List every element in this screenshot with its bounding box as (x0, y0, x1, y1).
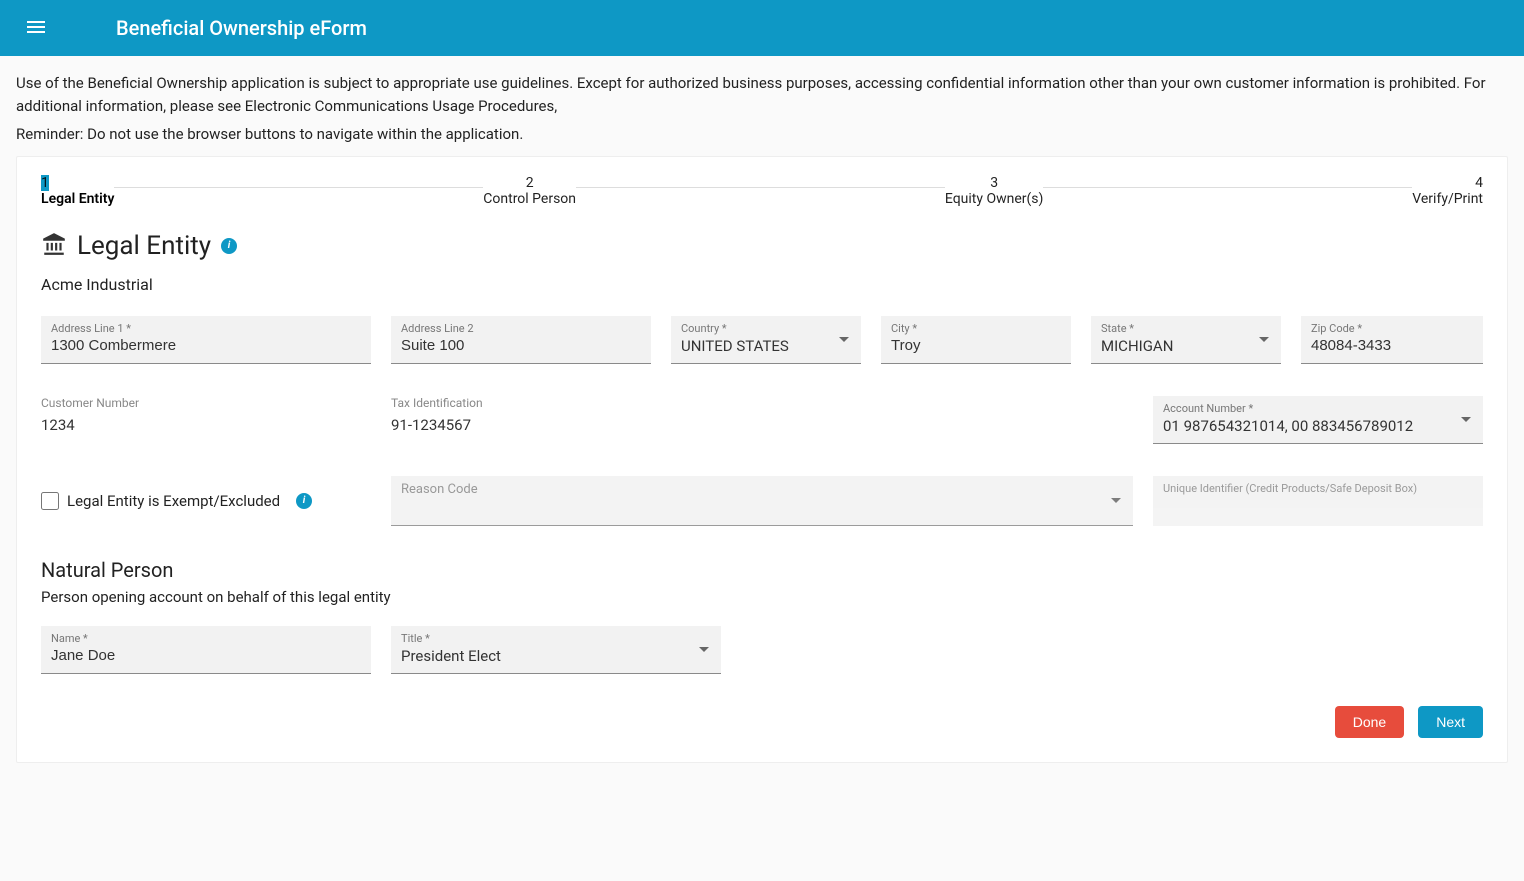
step-number: 4 (1475, 175, 1483, 191)
exempt-checkbox-row: Legal Entity is Exempt/Excluded i (41, 492, 371, 510)
field-label: Account Number * (1163, 402, 1473, 415)
field-label: Reason Code (401, 482, 1123, 497)
country-value: UNITED STATES (681, 337, 851, 355)
address1-field[interactable]: Address Line 1 * (41, 316, 371, 364)
field-label: Name * (51, 632, 361, 645)
form-card: 1 Legal Entity 2 Control Person 3 Equity… (16, 156, 1508, 763)
natural-person-heading: Natural Person (41, 558, 1483, 582)
step-legal-entity[interactable]: 1 Legal Entity (41, 175, 114, 207)
np-title-value: President Elect (401, 647, 711, 665)
exempt-checkbox[interactable] (41, 492, 59, 510)
step-label: Legal Entity (41, 191, 114, 207)
info-icon[interactable]: i (221, 238, 237, 254)
step-number: 3 (990, 175, 998, 191)
disclaimer-text-1a: Use of the Beneficial Ownership applicat… (16, 74, 393, 92)
city-input[interactable] (891, 337, 1061, 354)
field-label: Country * (681, 322, 851, 335)
step-connector (1043, 187, 1412, 188)
state-field[interactable]: State * MICHIGAN (1091, 316, 1281, 364)
natural-person-section: Natural Person Person opening account on… (41, 558, 1483, 674)
disclaimer-text-1c: Electronic Communications Usage Procedur… (245, 97, 557, 115)
zip-field[interactable]: Zip Code * (1301, 316, 1483, 364)
zip-input[interactable] (1311, 337, 1473, 354)
account-number-value: 01 987654321014, 00 883456789012 (1163, 417, 1473, 435)
customer-number-field: Customer Number 1234 (41, 396, 371, 434)
field-label: Customer Number (41, 396, 371, 410)
np-name-input[interactable] (51, 647, 361, 664)
step-number: 2 (526, 175, 534, 191)
np-title-field[interactable]: Title * President Elect (391, 626, 721, 674)
legal-entity-heading-row: Legal Entity i (41, 231, 1483, 261)
reason-code-field[interactable]: Reason Code (391, 476, 1133, 526)
stepper: 1 Legal Entity 2 Control Person 3 Equity… (41, 175, 1483, 207)
field-label: Address Line 2 (401, 322, 641, 335)
state-value: MICHIGAN (1101, 337, 1271, 355)
step-number: 1 (41, 175, 49, 191)
step-label: Control Person (483, 191, 576, 207)
country-field[interactable]: Country * UNITED STATES (671, 316, 861, 364)
menu-button[interactable] (16, 8, 56, 48)
step-control-person[interactable]: 2 Control Person (483, 175, 576, 207)
np-name-field[interactable]: Name * (41, 626, 371, 674)
address2-field[interactable]: Address Line 2 (391, 316, 651, 364)
hamburger-icon (24, 15, 48, 42)
done-button[interactable]: Done (1335, 706, 1404, 738)
unique-id-input[interactable] (1163, 497, 1473, 514)
legal-entity-heading: Legal Entity (77, 231, 211, 261)
field-label: Zip Code * (1311, 322, 1473, 335)
step-label: Verify/Print (1412, 191, 1483, 207)
address1-input[interactable] (51, 337, 361, 354)
field-label: Address Line 1 * (51, 322, 361, 335)
natural-person-subtext: Person opening account on behalf of this… (41, 588, 1483, 606)
exempt-row: Legal Entity is Exempt/Excluded i Reason… (41, 476, 1483, 526)
exempt-label[interactable]: Legal Entity is Exempt/Excluded (67, 492, 280, 510)
ids-row: Customer Number 1234 Tax Identification … (41, 396, 1483, 444)
step-verify-print[interactable]: 4 Verify/Print (1412, 175, 1483, 207)
step-equity-owners[interactable]: 3 Equity Owner(s) (945, 175, 1044, 207)
unique-id-field[interactable]: Unique Identifier (Credit Products/Safe … (1153, 476, 1483, 526)
actions-row: Done Next (41, 706, 1483, 738)
account-number-field[interactable]: Account Number * 01 987654321014, 00 883… (1153, 396, 1483, 444)
bank-icon (41, 231, 67, 261)
tax-id-field: Tax Identification 91-1234567 (391, 396, 651, 434)
field-label: Tax Identification (391, 396, 651, 410)
natural-person-row: Name * Title * President Elect (41, 626, 1483, 674)
field-label: City * (891, 322, 1061, 335)
address2-input[interactable] (401, 337, 641, 354)
disclaimer-reminder: Reminder: Do not use the browser buttons… (16, 123, 1508, 146)
disclaimer: Use of the Beneficial Ownership applicat… (0, 56, 1524, 156)
next-button[interactable]: Next (1418, 706, 1483, 738)
field-label: Unique Identifier (Credit Products/Safe … (1163, 482, 1473, 495)
step-connector (576, 187, 945, 188)
address-row: Address Line 1 * Address Line 2 Country … (41, 316, 1483, 364)
tax-id-value: 91-1234567 (391, 416, 651, 434)
field-label: Title * (401, 632, 711, 645)
step-connector (114, 187, 483, 188)
customer-number-value: 1234 (41, 416, 371, 434)
field-label: State * (1101, 322, 1271, 335)
step-label: Equity Owner(s) (945, 191, 1044, 207)
city-field[interactable]: City * (881, 316, 1071, 364)
app-title: Beneficial Ownership eForm (116, 16, 367, 40)
info-icon[interactable]: i (296, 493, 312, 509)
appbar: Beneficial Ownership eForm (0, 0, 1524, 56)
entity-name: Acme Industrial (41, 275, 1483, 294)
